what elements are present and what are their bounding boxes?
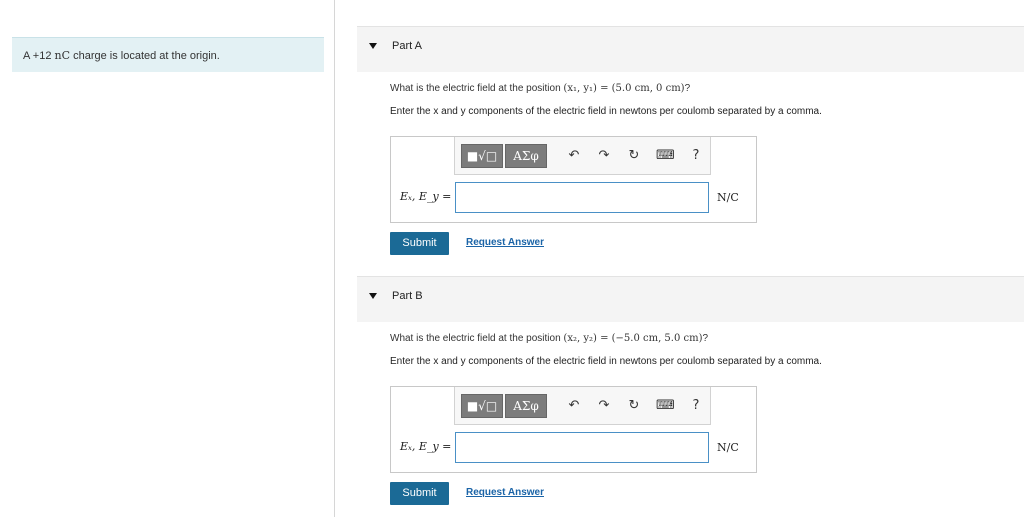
column-divider: [334, 0, 335, 517]
undo-icon[interactable]: ↶: [565, 397, 583, 415]
part-b-header[interactable]: Part B: [357, 276, 1024, 322]
redo-icon[interactable]: ↷: [595, 397, 613, 415]
input-label: Eₓ, E_y =: [400, 440, 451, 453]
part-b-title: Part B: [392, 290, 423, 302]
keyboard-icon[interactable]: ⌨: [656, 147, 675, 165]
question-text: What is the electric field at the positi…: [390, 333, 564, 344]
part-a-answer-panel: ■√□ ΑΣφ ↶ ↷ ↻ ⌨ ? Eₓ, E_y = N/C: [390, 136, 757, 223]
unit-label: N/C: [717, 441, 739, 454]
question-math: (x₂, y₂) = (−5.0 cm, 5.0 cm): [563, 333, 703, 344]
part-a-title: Part A: [392, 40, 422, 52]
keyboard-icon[interactable]: ⌨: [656, 397, 675, 415]
input-label-vars: Eₓ, E_y: [400, 190, 439, 203]
submit-button[interactable]: Submit: [390, 232, 449, 255]
part-a-header[interactable]: Part A: [357, 26, 1024, 72]
request-answer-link[interactable]: Request Answer: [466, 237, 544, 248]
undo-icon[interactable]: ↶: [565, 147, 583, 165]
input-label-eq: =: [438, 440, 452, 453]
input-label-vars: Eₓ, E_y: [400, 440, 439, 453]
reset-icon[interactable]: ↻: [625, 397, 643, 415]
unit-label: N/C: [717, 191, 739, 204]
question-text: What is the electric field at the positi…: [390, 83, 564, 94]
request-answer-link[interactable]: Request Answer: [466, 487, 544, 498]
help-icon[interactable]: ?: [687, 397, 705, 415]
submit-button[interactable]: Submit: [390, 482, 449, 505]
collapse-caret-icon[interactable]: [369, 293, 377, 299]
input-label-eq: =: [438, 190, 452, 203]
input-label: Eₓ, E_y =: [400, 190, 451, 203]
part-a-instruction: Enter the x and y components of the elec…: [390, 106, 822, 117]
redo-icon[interactable]: ↷: [595, 147, 613, 165]
help-icon[interactable]: ?: [687, 147, 705, 165]
collapse-caret-icon[interactable]: [369, 43, 377, 49]
question-math: (x₁, y₁) = (5.0 cm, 0 cm): [563, 83, 685, 94]
part-b-instruction: Enter the x and y components of the elec…: [390, 356, 822, 367]
problem-prefix: A +12: [23, 50, 55, 62]
part-a-question: What is the electric field at the positi…: [390, 83, 690, 94]
question-suffix: ?: [684, 83, 691, 94]
symbols-button[interactable]: ΑΣφ: [505, 394, 547, 418]
problem-suffix: charge is located at the origin.: [70, 50, 220, 62]
templates-button[interactable]: ■√□: [461, 144, 503, 168]
problem-charge-unit: nC: [54, 49, 71, 62]
question-suffix: ?: [702, 333, 709, 344]
templates-button[interactable]: ■√□: [461, 394, 503, 418]
part-b-question: What is the electric field at the positi…: [390, 333, 708, 344]
math-toolbar: ■√□ ΑΣφ ↶ ↷ ↻ ⌨ ?: [454, 137, 711, 175]
answer-input[interactable]: [455, 432, 709, 463]
math-toolbar: ■√□ ΑΣφ ↶ ↷ ↻ ⌨ ?: [454, 387, 711, 425]
reset-icon[interactable]: ↻: [625, 147, 643, 165]
symbols-button[interactable]: ΑΣφ: [505, 144, 547, 168]
part-b-answer-panel: ■√□ ΑΣφ ↶ ↷ ↻ ⌨ ? Eₓ, E_y = N/C: [390, 386, 757, 473]
answer-input[interactable]: [455, 182, 709, 213]
problem-statement: A +12 nC charge is located at the origin…: [12, 37, 324, 72]
